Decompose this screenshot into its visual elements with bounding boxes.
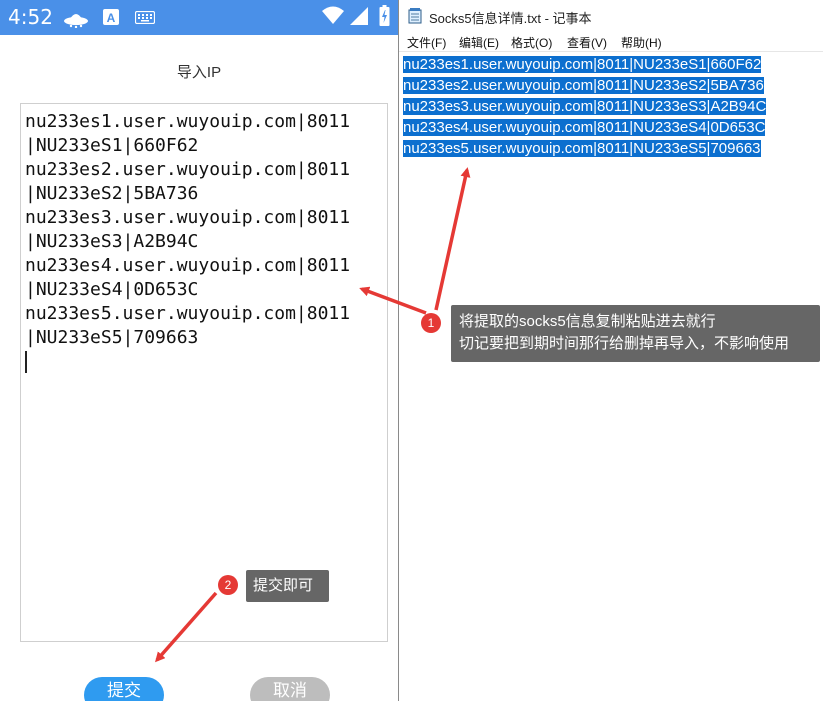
a-icon: A xyxy=(103,9,119,25)
textarea-line: nu233es5.user.wuyouip.com|8011 xyxy=(25,303,351,324)
ip-import-textarea[interactable]: nu233es1.user.wuyouip.com|8011 |NU233eS1|… xyxy=(20,103,388,642)
step-1-badge: 1 xyxy=(421,313,441,333)
textarea-line: nu233es4.user.wuyouip.com|8011 xyxy=(25,255,351,276)
notepad-line: nu233es1.user.wuyouip.com|8011|NU233eS1|… xyxy=(403,56,762,73)
notepad-app-icon xyxy=(408,8,422,24)
step-2-badge: 2 xyxy=(218,575,238,595)
callout-1-line-1: 将提取的socks5信息复制粘贴进去就行 xyxy=(459,313,716,330)
textarea-line: nu233es2.user.wuyouip.com|8011 xyxy=(25,159,351,180)
notepad-title: Socks5信息详情.txt - 记事本 xyxy=(429,11,592,26)
textarea-line: |NU233eS3|A2B94C xyxy=(25,231,199,252)
notepad-line: nu233es3.user.wuyouip.com|8011|NU233eS3|… xyxy=(403,98,767,115)
battery-icon xyxy=(379,5,390,26)
notepad-text-area[interactable]: nu233es1.user.wuyouip.com|8011|NU233eS1|… xyxy=(403,54,821,159)
menu-view[interactable]: 查看(V) xyxy=(567,34,607,51)
notepad-titlebar[interactable]: Socks5信息详情.txt - 记事本 xyxy=(399,0,823,32)
textarea-line: nu233es3.user.wuyouip.com|8011 xyxy=(25,207,351,228)
svg-text:A: A xyxy=(107,11,116,25)
signal-icon xyxy=(350,7,368,25)
cancel-button[interactable]: 取消 xyxy=(250,677,330,701)
status-time: 4:52 xyxy=(8,5,53,29)
submit-button[interactable]: 提交 xyxy=(84,677,164,701)
notepad-line: nu233es5.user.wuyouip.com|8011|NU233eS5|… xyxy=(403,140,761,157)
menu-help[interactable]: 帮助(H) xyxy=(621,34,662,51)
notepad-line: nu233es4.user.wuyouip.com|8011|NU233eS4|… xyxy=(403,119,766,136)
notepad-menubar: 文件(F) 编辑(E) 格式(O) 查看(V) 帮助(H) xyxy=(399,32,823,52)
notepad-line: nu233es2.user.wuyouip.com|8011|NU233eS2|… xyxy=(403,77,764,94)
menu-edit[interactable]: 编辑(E) xyxy=(459,34,499,51)
textarea-line: |NU233eS4|0D653C xyxy=(25,279,199,300)
wifi-icon xyxy=(322,6,344,24)
text-caret xyxy=(25,351,27,373)
textarea-line: nu233es1.user.wuyouip.com|8011 xyxy=(25,111,351,132)
callout-1-line-2: 切记要把到期时间那行给删掉再导入，不影响使用 xyxy=(459,335,790,352)
textarea-line: |NU233eS1|660F62 xyxy=(25,135,199,156)
ufo-icon xyxy=(64,14,88,28)
page-title: 导入IP xyxy=(176,64,222,81)
status-bar: 4:52 A xyxy=(0,0,398,35)
callout-step-1: 将提取的socks5信息复制粘贴进去就行 切记要把到期时间那行给删掉再导入，不影… xyxy=(451,305,820,362)
textarea-line: |NU233eS5|709663 xyxy=(25,327,199,348)
callout-step-2: 提交即可 xyxy=(246,570,329,602)
menu-format[interactable]: 格式(O) xyxy=(511,34,552,51)
phone-screen: 4:52 A 导入IP nu233es1.user.wuyouip.com|80… xyxy=(0,0,398,701)
menu-file[interactable]: 文件(F) xyxy=(407,34,446,51)
textarea-content: nu233es1.user.wuyouip.com|8011 |NU233eS1|… xyxy=(25,110,383,350)
keyboard-icon xyxy=(135,11,155,24)
textarea-line: |NU233eS2|5BA736 xyxy=(25,183,199,204)
